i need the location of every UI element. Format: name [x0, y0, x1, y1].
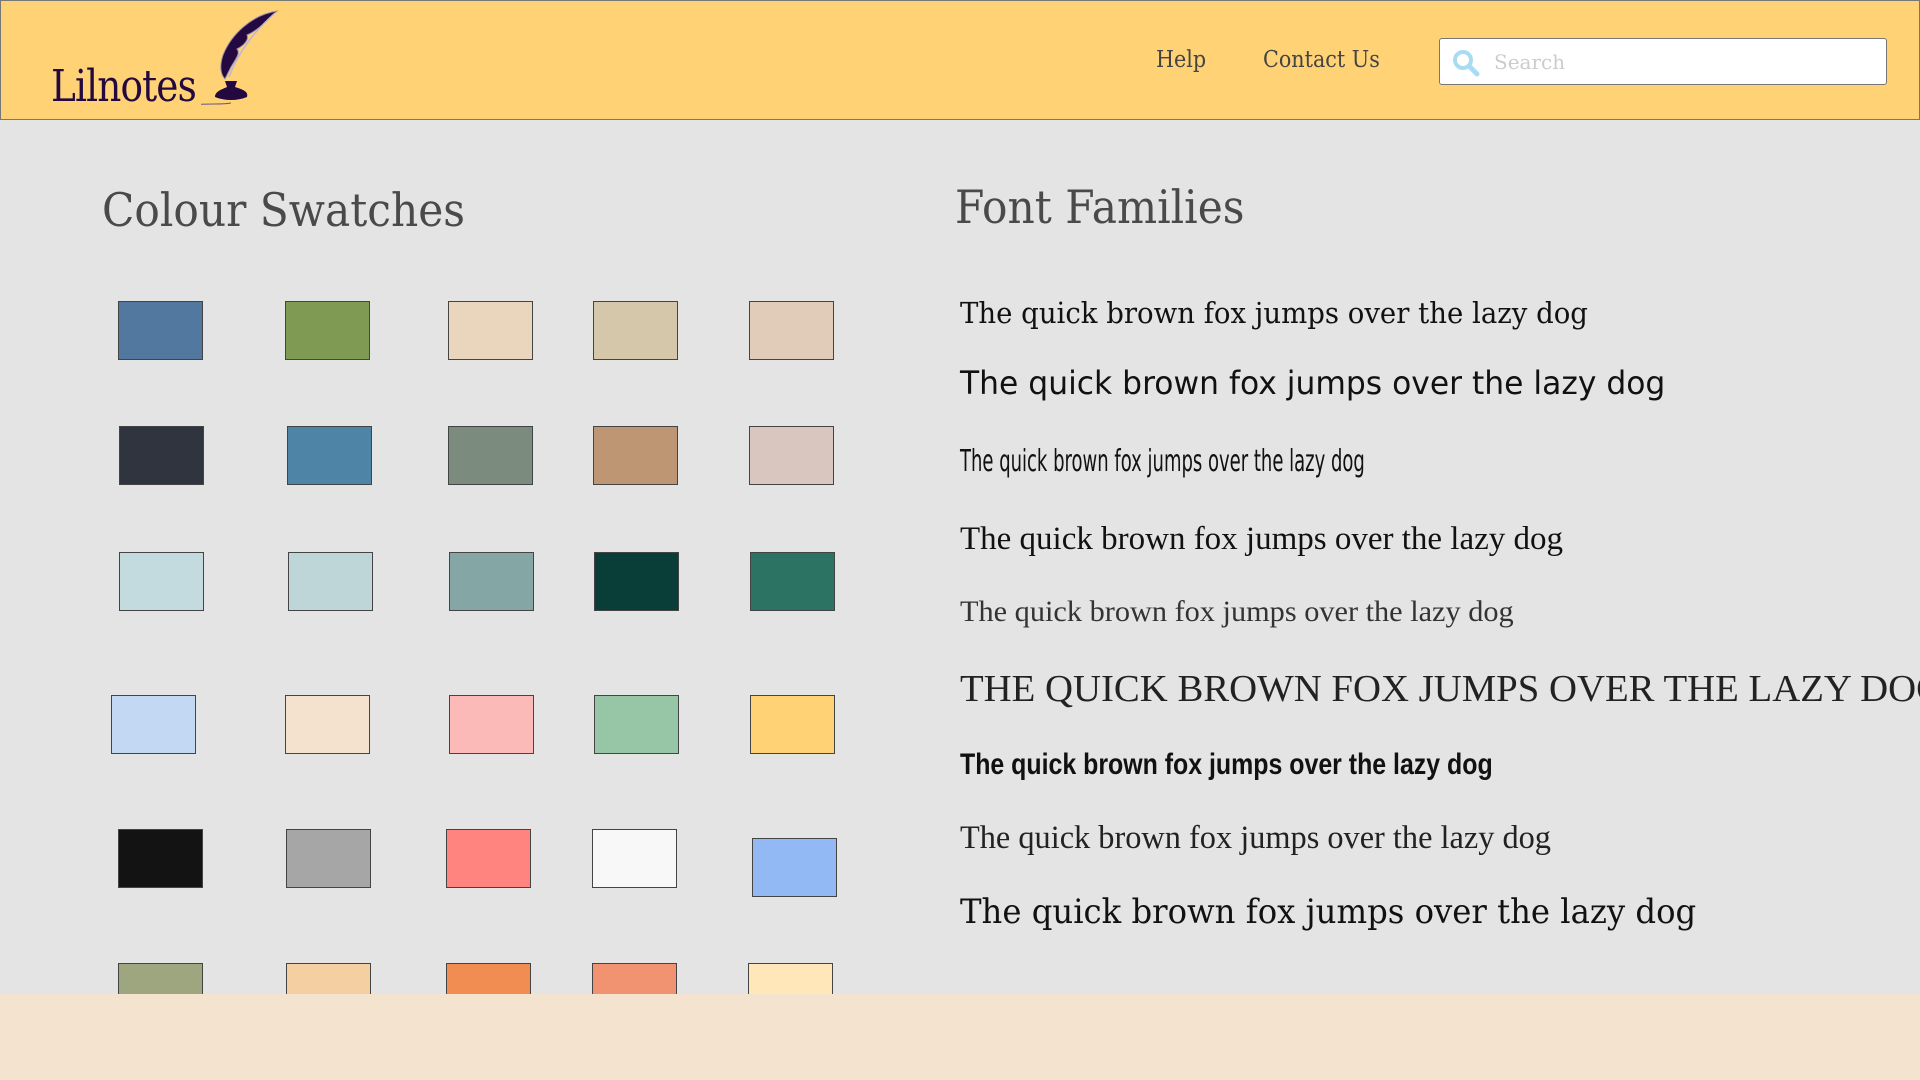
colour-swatch[interactable] — [285, 695, 370, 754]
colour-swatch[interactable] — [285, 301, 370, 360]
font-sample-8: The quick brown fox jumps over the lazy … — [960, 820, 1551, 856]
colour-swatch[interactable] — [448, 426, 533, 485]
font-sample-1: The quick brown fox jumps over the lazy … — [960, 296, 1588, 330]
colour-swatch[interactable] — [119, 552, 204, 611]
colour-swatch[interactable] — [749, 426, 834, 485]
header: Lilnotes Help Contact Us — [0, 0, 1920, 120]
font-sample-6: THE QUICK BROWN FOX JUMPS OVER THE LAZY … — [960, 668, 1920, 710]
nav-help-link[interactable]: Help — [1156, 47, 1206, 73]
colour-swatch[interactable] — [593, 426, 678, 485]
colour-swatch[interactable] — [750, 552, 835, 611]
colour-swatch[interactable] — [119, 426, 204, 485]
footer — [0, 994, 1920, 1080]
colour-swatch[interactable] — [592, 829, 677, 888]
colour-swatch[interactable] — [594, 552, 679, 611]
colour-swatch[interactable] — [752, 838, 837, 897]
font-sample-5: The quick brown fox jumps over the lazy … — [960, 595, 1514, 628]
font-sample-7: The quick brown fox jumps over the lazy … — [960, 748, 1493, 781]
colour-swatch[interactable] — [286, 829, 371, 888]
colour-swatch[interactable] — [287, 426, 372, 485]
logo-text: Lilnotes — [51, 61, 197, 112]
font-families-title: Font Families — [955, 180, 1245, 234]
font-sample-3: The quick brown fox jumps over the lazy … — [960, 444, 1365, 479]
colour-swatch[interactable] — [449, 552, 534, 611]
font-sample-4: The quick brown fox jumps over the lazy … — [960, 521, 1564, 557]
logo[interactable]: Lilnotes — [51, 5, 291, 117]
colour-swatch[interactable] — [288, 552, 373, 611]
colour-swatch[interactable] — [448, 301, 533, 360]
font-sample-9: The quick brown fox jumps over the lazy … — [960, 892, 1697, 932]
colour-swatch[interactable] — [593, 301, 678, 360]
search-input[interactable] — [1492, 45, 1876, 79]
nav-contact-us-link[interactable]: Contact Us — [1263, 47, 1380, 73]
colour-swatch[interactable] — [594, 695, 679, 754]
colour-swatch[interactable] — [118, 829, 203, 888]
colour-swatch[interactable] — [449, 695, 534, 754]
colour-swatches-title: Colour Swatches — [102, 183, 465, 237]
font-sample-2: The quick brown fox jumps over the lazy … — [960, 364, 1666, 402]
colour-swatch[interactable] — [111, 695, 196, 754]
colour-swatch[interactable] — [750, 695, 835, 754]
colour-swatch[interactable] — [749, 301, 834, 360]
search-icon — [1453, 50, 1480, 77]
quill-icon — [201, 10, 279, 105]
search-box[interactable] — [1439, 38, 1887, 85]
colour-swatch[interactable] — [446, 829, 531, 888]
colour-swatch[interactable] — [118, 301, 203, 360]
